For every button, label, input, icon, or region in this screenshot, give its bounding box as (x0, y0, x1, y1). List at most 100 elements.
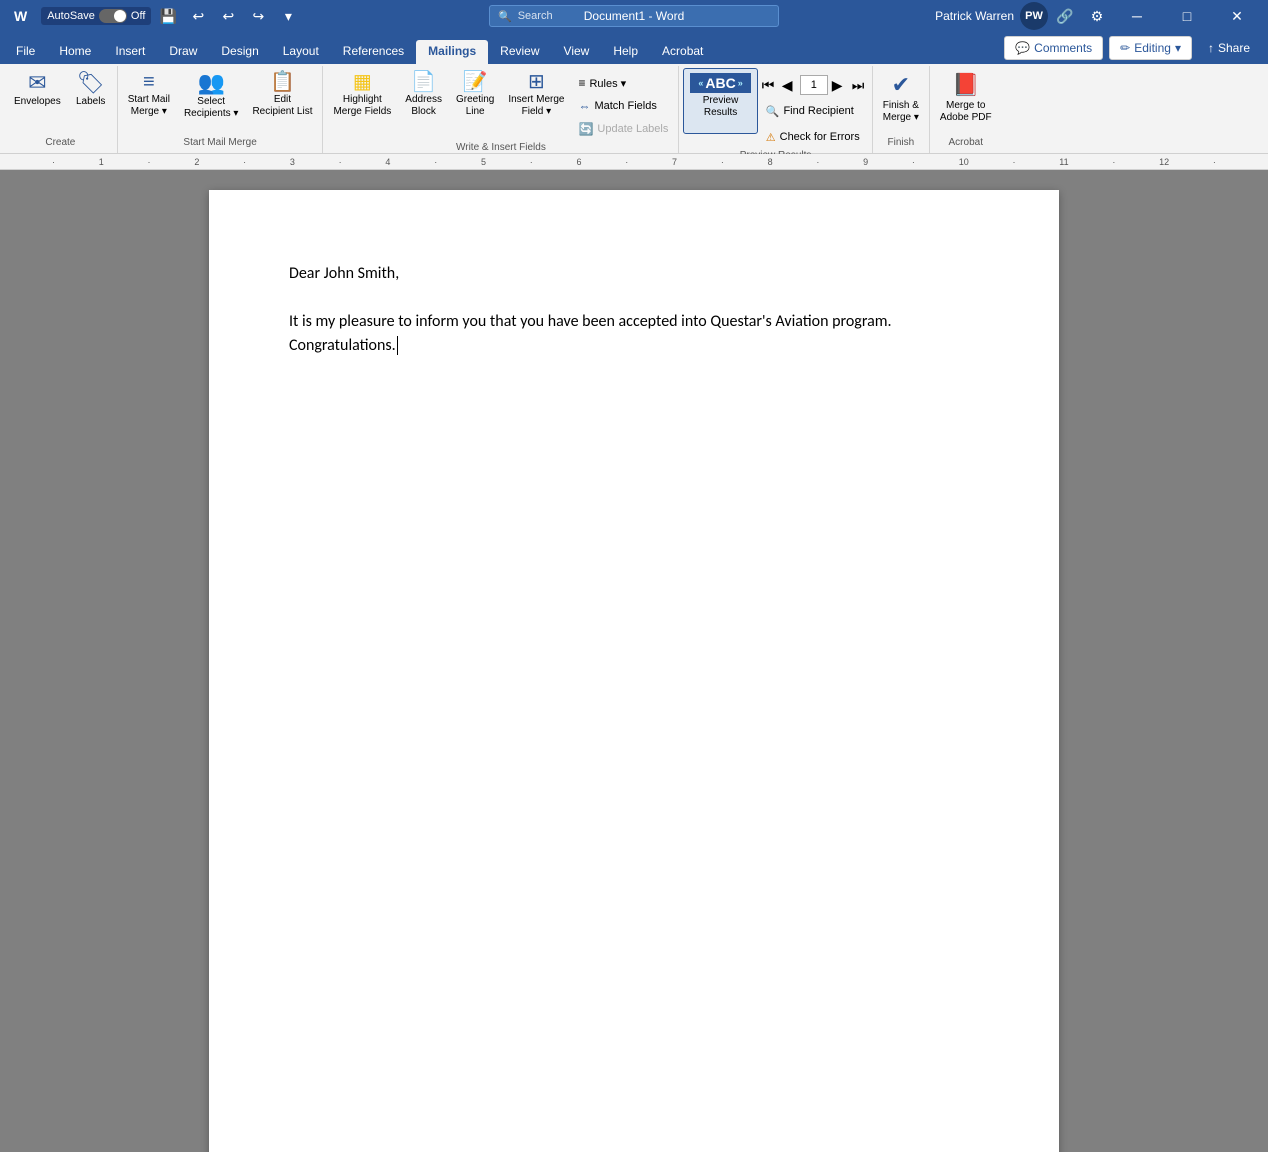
greeting-line-button[interactable]: 📝 GreetingLine (450, 68, 500, 134)
comments-button[interactable]: 💬 Comments (1004, 36, 1103, 60)
group-write-insert: ▦ HighlightMerge Fields 📄 AddressBlock 📝… (323, 66, 679, 153)
settings-icon-btn[interactable]: ⚙ (1084, 3, 1110, 29)
ruler-mark-4: 4 (385, 157, 390, 167)
nav-next-button[interactable]: ▶ (830, 74, 848, 96)
tab-file[interactable]: File (4, 40, 47, 64)
undo-arrow[interactable]: ↩ (215, 3, 241, 29)
match-fields-label: Match Fields (594, 100, 656, 112)
start-mail-merge-button[interactable]: ≡ Start MailMerge ▾ (122, 68, 176, 134)
user-info: Patrick Warren PW (935, 2, 1048, 30)
ruler-mark: · (912, 157, 915, 167)
envelopes-button[interactable]: ✉ Envelopes (8, 68, 67, 134)
ruler-mark: · (721, 157, 724, 167)
ruler-marks: · 1 · 2 · 3 · 4 · 5 · 6 · 7 · 8 · 9 · 10… (12, 157, 1256, 167)
toggle-knob (114, 10, 126, 22)
insert-merge-field-button[interactable]: ⊞ Insert MergeField ▾ (502, 68, 570, 134)
share-icon-btn[interactable]: 🔗 (1052, 3, 1078, 29)
document-area[interactable]: Dear John Smith, It is my pleasure to in… (0, 170, 1268, 1152)
nav-page-input[interactable] (800, 75, 828, 95)
word-logo: W (8, 6, 33, 26)
finish-group-label: Finish (877, 135, 925, 151)
autosave-label: AutoSave (47, 10, 95, 22)
redo-button[interactable]: ↪ (245, 3, 271, 29)
search-placeholder: Search (518, 10, 553, 22)
title-bar-left: W AutoSave Off 💾 ↩ ↩ ↪ ▾ (8, 3, 489, 29)
ruler-mark-11: 11 (1059, 157, 1068, 167)
undo-button[interactable]: ↩ (185, 3, 211, 29)
edit-recipient-list-button[interactable]: 📋 EditRecipient List (246, 68, 318, 134)
customize-qat-button[interactable]: ▾ (275, 3, 301, 29)
ruler-mark: · (1112, 157, 1115, 167)
minimize-icon: ─ (1132, 8, 1142, 24)
envelopes-label: Envelopes (14, 96, 61, 108)
nav-first-button[interactable]: ⏮ (760, 74, 778, 96)
tab-home[interactable]: Home (47, 40, 103, 64)
nav-controls: ⏮ ◀ ▶ ⏭ (760, 74, 868, 96)
ribbon-content: ✉ Envelopes 🏷 Labels Create ≡ Start Mail… (0, 64, 1268, 154)
ruler-mark: · (148, 157, 151, 167)
write-insert-small-buttons: ≡ Rules ▾ ⇔ Match Fields 🔄 Update Labels (572, 68, 674, 140)
minimize-button[interactable]: ─ (1114, 0, 1160, 32)
tab-mailings[interactable]: Mailings (416, 40, 488, 64)
autosave-state: Off (131, 10, 145, 22)
tab-design[interactable]: Design (209, 40, 270, 64)
tab-layout[interactable]: Layout (271, 40, 331, 64)
select-recipients-button[interactable]: 👥 SelectRecipients ▾ (178, 68, 245, 134)
tab-references[interactable]: References (331, 40, 416, 64)
nav-last-button[interactable]: ⏭ (850, 74, 868, 96)
finish-merge-button[interactable]: ✔ Finish &Merge ▾ (877, 68, 925, 134)
find-recipient-icon: 🔍 (766, 105, 780, 118)
group-finish: ✔ Finish &Merge ▾ Finish (873, 66, 930, 153)
match-fields-button[interactable]: ⇔ Match Fields (572, 95, 674, 117)
match-fields-icon: ⇔ (578, 99, 590, 113)
ruler-mark-2: 2 (194, 157, 199, 167)
labels-button[interactable]: 🏷 Labels (69, 68, 113, 134)
editing-button[interactable]: ✏ Editing ▾ (1109, 36, 1192, 60)
labels-icon: 🏷 (77, 72, 105, 94)
finish-merge-icon-container: ✔ (892, 72, 910, 98)
autosave-toggle[interactable]: AutoSave Off (41, 7, 151, 25)
highlight-merge-fields-button[interactable]: ▦ HighlightMerge Fields (327, 68, 397, 134)
preview-results-buttons: « ABC » PreviewResults ⏮ ◀ ▶ ⏭ 🔍 Find Re… (683, 68, 867, 148)
ruler-content: · 1 · 2 · 3 · 4 · 5 · 6 · 7 · 8 · 9 · 10… (0, 154, 1268, 169)
autosave-switch[interactable] (99, 9, 127, 23)
tab-draw[interactable]: Draw (157, 40, 209, 64)
merge-to-adobe-pdf-button[interactable]: 📕 Merge toAdobe PDF (934, 68, 998, 134)
save-button[interactable]: 💾 (155, 3, 181, 29)
greeting-line-icon: 📝 (463, 72, 488, 92)
doc-line3[interactable]: It is my pleasure to inform you that you… (289, 310, 979, 358)
document-page[interactable]: Dear John Smith, It is my pleasure to in… (209, 190, 1059, 1152)
ruler-mark-3: 3 (290, 157, 295, 167)
merge-to-adobe-pdf-icon: 📕 (952, 72, 979, 98)
ruler-mark: · (243, 157, 246, 167)
address-block-button[interactable]: 📄 AddressBlock (399, 68, 448, 134)
nav-prev-button[interactable]: ◀ (780, 74, 798, 96)
user-avatar[interactable]: PW (1020, 2, 1048, 30)
preview-results-button[interactable]: « ABC » PreviewResults (683, 68, 757, 134)
update-labels-button[interactable]: 🔄 Update Labels (572, 118, 674, 140)
tab-view[interactable]: View (552, 40, 602, 64)
finish-buttons: ✔ Finish &Merge ▾ (877, 68, 925, 135)
editing-chevron: ▾ (1175, 41, 1181, 55)
check-for-errors-icon: ⚠ (766, 131, 776, 144)
rules-icon: ≡ (578, 76, 585, 90)
doc-line1[interactable]: Dear John Smith, (289, 262, 979, 286)
restore-button[interactable]: □ (1164, 0, 1210, 32)
check-for-errors-button[interactable]: ⚠ Check for Errors (760, 126, 868, 148)
ruler-mark-9: 9 (863, 157, 868, 167)
share-button[interactable]: ↑ Share (1198, 37, 1260, 59)
doc-body-text: It is my pleasure to inform you that you… (289, 312, 892, 355)
tab-insert[interactable]: Insert (103, 40, 157, 64)
close-button[interactable]: ✕ (1214, 0, 1260, 32)
rules-button[interactable]: ≡ Rules ▾ (572, 72, 674, 94)
tab-review[interactable]: Review (488, 40, 551, 64)
find-recipient-button[interactable]: 🔍 Find Recipient (760, 100, 868, 122)
comments-icon: 💬 (1015, 41, 1030, 55)
ribbon-tabs: File Home Insert Draw Design Layout Refe… (0, 34, 996, 64)
ruler: · 1 · 2 · 3 · 4 · 5 · 6 · 7 · 8 · 9 · 10… (0, 154, 1268, 170)
header-actions: 🔗 ⚙ (1052, 3, 1110, 29)
tab-acrobat[interactable]: Acrobat (650, 40, 715, 64)
tab-help[interactable]: Help (601, 40, 650, 64)
acrobat-buttons: 📕 Merge toAdobe PDF (934, 68, 998, 135)
ruler-mark: · (434, 157, 437, 167)
